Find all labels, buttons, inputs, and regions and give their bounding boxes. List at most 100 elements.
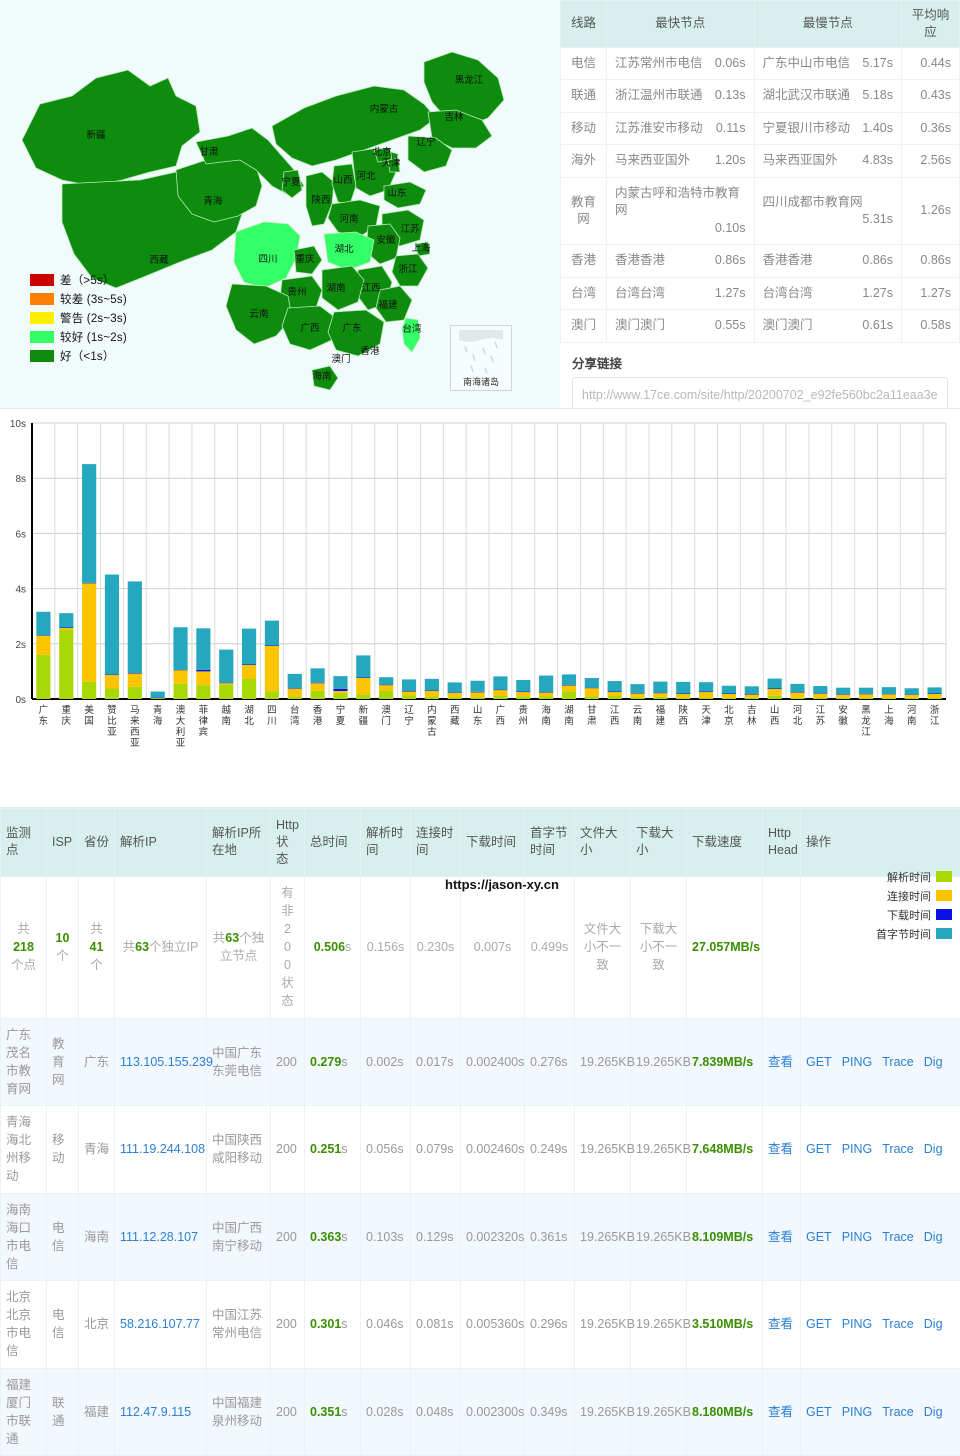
bar-segment-解析时间[interactable] — [608, 696, 622, 699]
bar-segment-下载时间[interactable] — [653, 693, 667, 694]
bar-group[interactable] — [402, 679, 416, 699]
table-row[interactable]: 海南海口市电信电信海南111.12.28.107中国广西南宁移动2000.363… — [1, 1193, 960, 1281]
ip-link[interactable]: 111.12.28.107 — [120, 1230, 198, 1244]
bar-segment-下载时间[interactable] — [790, 692, 804, 693]
bar-segment-解析时间[interactable] — [379, 691, 393, 699]
detail-th-7[interactable]: 解析时间 — [361, 809, 411, 877]
view-head-link[interactable]: 查看 — [768, 1142, 793, 1156]
bar-group[interactable] — [562, 674, 576, 699]
bar-segment-下载时间[interactable] — [882, 694, 896, 695]
bar-segment-连接时间[interactable] — [539, 692, 553, 696]
bar-group[interactable] — [493, 676, 507, 699]
bar-group[interactable] — [219, 650, 233, 699]
bar-segment-下载时间[interactable] — [630, 693, 644, 694]
detail-th-14[interactable]: Http Head — [763, 809, 801, 877]
bar-segment-解析时间[interactable] — [82, 682, 96, 699]
bar-segment-下载时间[interactable] — [813, 693, 827, 694]
bar-segment-解析时间[interactable] — [653, 697, 667, 699]
bar-segment-下载时间[interactable] — [585, 688, 599, 689]
bar-segment-下载时间[interactable] — [768, 689, 782, 690]
bar-segment-连接时间[interactable] — [493, 690, 507, 696]
bar-segment-连接时间[interactable] — [653, 693, 667, 697]
bar-segment-连接时间[interactable] — [699, 692, 713, 698]
table-row[interactable]: 青海海北州移动移动青海111.19.244.108中国陕西咸阳移动2000.25… — [1, 1106, 960, 1194]
bar-segment-首字节时间[interactable] — [882, 687, 896, 694]
bar-segment-连接时间[interactable] — [242, 665, 256, 679]
bar-group[interactable] — [59, 613, 73, 699]
bar-segment-下载时间[interactable] — [128, 673, 142, 674]
bar-segment-首字节时间[interactable] — [585, 678, 599, 688]
bar-group[interactable] — [470, 681, 484, 699]
bar-segment-连接时间[interactable] — [333, 691, 347, 693]
bar-segment-下载时间[interactable] — [219, 683, 233, 684]
bar-segment-首字节时间[interactable] — [539, 676, 553, 693]
detail-th-5[interactable]: Http状态 — [271, 809, 305, 877]
bar-segment-解析时间[interactable] — [630, 697, 644, 699]
bar-segment-连接时间[interactable] — [516, 692, 530, 696]
map-province-新疆[interactable] — [22, 70, 200, 186]
bar-segment-首字节时间[interactable] — [470, 681, 484, 692]
table-row[interactable]: 福建厦门市联通联通福建112.47.9.115中国福建泉州移动2000.351s… — [1, 1368, 960, 1456]
bar-segment-下载时间[interactable] — [745, 694, 759, 695]
table-row[interactable]: 广东茂名市教育网教育网广东113.105.155.239中国广东东莞电信2000… — [1, 1018, 960, 1106]
cell-operations[interactable]: GETPINGTraceDig — [801, 1018, 960, 1106]
bar-segment-连接时间[interactable] — [836, 695, 850, 698]
bar-segment-首字节时间[interactable] — [608, 681, 622, 691]
bar-segment-首字节时间[interactable] — [265, 621, 279, 646]
bar-segment-解析时间[interactable] — [745, 698, 759, 699]
bar-segment-连接时间[interactable] — [105, 675, 119, 689]
bar-segment-首字节时间[interactable] — [425, 679, 439, 691]
bar-segment-首字节时间[interactable] — [356, 655, 370, 677]
cell-http-head[interactable]: 查看 — [763, 1193, 801, 1281]
bar-segment-下载时间[interactable] — [699, 692, 713, 693]
bar-segment-连接时间[interactable] — [402, 691, 416, 695]
bar-segment-首字节时间[interactable] — [630, 684, 644, 693]
bar-group[interactable] — [242, 629, 256, 699]
bar-segment-下载时间[interactable] — [379, 685, 393, 686]
bar-segment-解析时间[interactable] — [105, 689, 119, 699]
bar-segment-解析时间[interactable] — [768, 696, 782, 699]
bar-segment-连接时间[interactable] — [585, 688, 599, 696]
cell-operations[interactable]: GETPINGTraceDig — [801, 1106, 960, 1194]
bar-segment-连接时间[interactable] — [630, 693, 644, 697]
bar-segment-首字节时间[interactable] — [59, 613, 73, 627]
bar-group[interactable] — [768, 679, 782, 699]
bar-group[interactable] — [448, 682, 462, 699]
cell-ip[interactable]: 111.12.28.107 — [115, 1193, 207, 1281]
detail-th-8[interactable]: 连接时间 — [411, 809, 461, 877]
bar-segment-连接时间[interactable] — [173, 670, 187, 684]
bar-segment-下载时间[interactable] — [356, 677, 370, 678]
bar-segment-首字节时间[interactable] — [128, 581, 142, 673]
bar-segment-下载时间[interactable] — [470, 692, 484, 693]
bar-segment-解析时间[interactable] — [927, 698, 941, 699]
op-ping-link[interactable]: PING — [842, 1230, 873, 1244]
bar-segment-连接时间[interactable] — [745, 694, 759, 697]
bar-segment-下载时间[interactable] — [859, 694, 873, 695]
view-head-link[interactable]: 查看 — [768, 1230, 793, 1244]
op-ping-link[interactable]: PING — [842, 1317, 873, 1331]
detail-th-3[interactable]: 解析IP — [115, 809, 207, 877]
bar-segment-下载时间[interactable] — [288, 688, 302, 689]
bar-segment-连接时间[interactable] — [59, 628, 73, 630]
bar-segment-首字节时间[interactable] — [745, 686, 759, 694]
op-dig-link[interactable]: Dig — [924, 1055, 943, 1069]
bar-segment-解析时间[interactable] — [448, 697, 462, 699]
bar-segment-下载时间[interactable] — [265, 645, 279, 646]
bar-group[interactable] — [311, 668, 325, 699]
detail-th-15[interactable]: 操作 — [801, 809, 960, 877]
ip-link[interactable]: 112.47.9.115 — [120, 1405, 191, 1419]
op-dig-link[interactable]: Dig — [924, 1142, 943, 1156]
detail-th-4[interactable]: 解析IP所在地 — [207, 809, 271, 877]
bar-group[interactable] — [173, 627, 187, 699]
bar-segment-解析时间[interactable] — [356, 694, 370, 699]
cell-http-head[interactable]: 查看 — [763, 1368, 801, 1456]
bar-segment-首字节时间[interactable] — [653, 682, 667, 693]
bar-group[interactable] — [82, 464, 96, 699]
bar-group[interactable] — [425, 679, 439, 699]
bar-segment-连接时间[interactable] — [288, 689, 302, 697]
bar-segment-首字节时间[interactable] — [379, 677, 393, 684]
detail-th-9[interactable]: 下载时间 — [461, 809, 525, 877]
bar-segment-下载时间[interactable] — [562, 685, 576, 686]
bar-segment-首字节时间[interactable] — [493, 676, 507, 689]
bar-segment-连接时间[interactable] — [425, 691, 439, 697]
